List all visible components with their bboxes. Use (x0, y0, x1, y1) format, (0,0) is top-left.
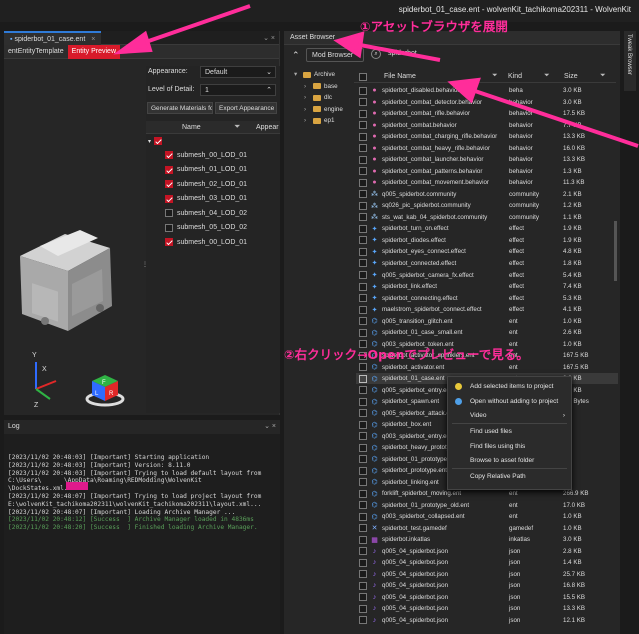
annotation-right-click-open: ②右クリック→Openでプレビューで見る。 (284, 347, 529, 362)
annotation-arrows (113, 4, 639, 148)
annotation-expand-browser: ①アセットブラウザを展開 (360, 19, 508, 34)
